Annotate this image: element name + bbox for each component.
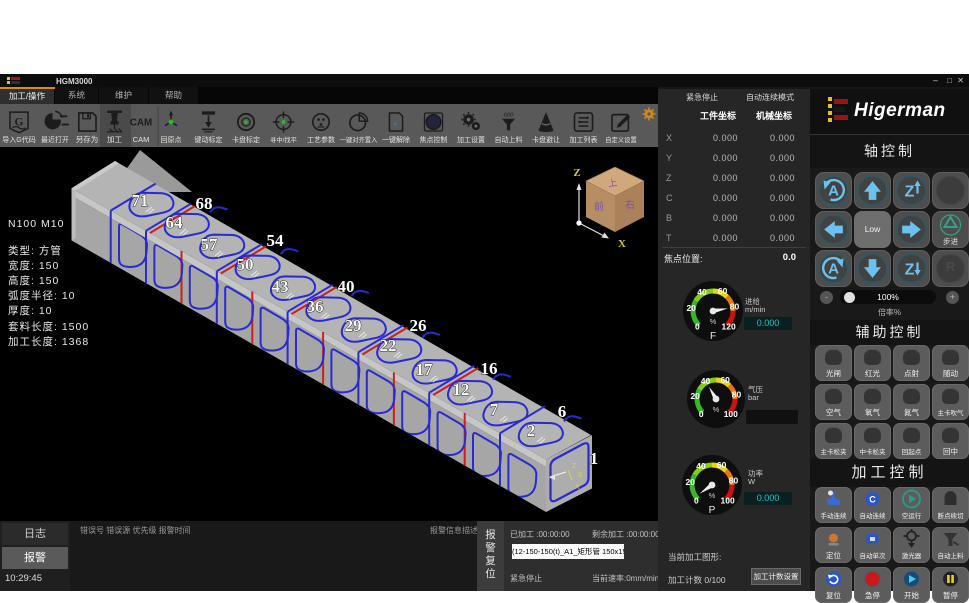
svg-text:CAM: CAM xyxy=(133,135,150,144)
svg-text:60: 60 xyxy=(717,460,727,470)
svg-text:X: X xyxy=(618,238,626,250)
svg-text:步进: 步进 xyxy=(943,237,958,246)
svg-text:最近打开: 最近打开 xyxy=(41,135,69,144)
svg-text:20: 20 xyxy=(690,391,700,401)
svg-text:64: 64 xyxy=(166,213,184,232)
svg-text:加工列表: 加工列表 xyxy=(570,135,598,144)
svg-text:卡盘标定: 卡盘标定 xyxy=(232,135,260,144)
svg-text:前: 前 xyxy=(594,200,604,213)
svg-text:F: F xyxy=(710,331,716,342)
svg-text:宽度: 150: 宽度: 150 xyxy=(8,259,59,272)
svg-text:54: 54 xyxy=(267,231,285,250)
svg-text:另存为: 另存为 xyxy=(76,134,99,144)
svg-text:自动上料: 自动上料 xyxy=(495,135,523,144)
svg-text:57: 57 xyxy=(201,235,219,254)
svg-text:Z: Z xyxy=(572,463,577,470)
svg-text:0: 0 xyxy=(695,322,700,332)
svg-text:加工长度: 1368: 加工长度: 1368 xyxy=(8,335,89,348)
svg-text:A: A xyxy=(828,261,839,278)
svg-text:100: 100 xyxy=(721,496,735,506)
svg-text:29: 29 xyxy=(345,316,362,335)
svg-text:40: 40 xyxy=(697,287,707,297)
svg-text:卡盘避让: 卡盘避让 xyxy=(532,135,560,144)
svg-text:一键解除: 一键解除 xyxy=(382,135,410,144)
svg-text:26: 26 xyxy=(410,316,427,335)
svg-text:P: P xyxy=(709,505,716,516)
svg-text:40: 40 xyxy=(696,461,706,471)
svg-text:%: % xyxy=(709,491,716,500)
svg-text:CAM: CAM xyxy=(130,117,152,128)
svg-text:22: 22 xyxy=(380,336,397,355)
svg-text:高度: 150: 高度: 150 xyxy=(8,274,59,287)
svg-text:6: 6 xyxy=(558,402,567,421)
svg-text:0: 0 xyxy=(699,409,704,419)
svg-text:弧度半径: 10: 弧度半径: 10 xyxy=(8,289,76,302)
svg-text:N100 M10: N100 M10 xyxy=(8,218,64,230)
svg-text:%: % xyxy=(713,405,720,414)
svg-text:50: 50 xyxy=(237,255,254,274)
svg-text:43: 43 xyxy=(272,277,289,296)
svg-text:C: C xyxy=(869,495,876,505)
svg-text:20: 20 xyxy=(685,477,695,487)
svg-text:Z: Z xyxy=(905,184,915,201)
svg-text:60: 60 xyxy=(718,286,728,296)
svg-text:套料长度: 1500: 套料长度: 1500 xyxy=(8,320,89,333)
svg-text:36: 36 xyxy=(307,297,324,316)
svg-text:寻中/找平: 寻中/找平 xyxy=(270,135,297,144)
svg-text:上: 上 xyxy=(607,177,617,188)
svg-text:17: 17 xyxy=(416,360,434,379)
svg-text:Z: Z xyxy=(905,262,915,279)
svg-text:40: 40 xyxy=(338,277,355,296)
svg-text:3: 3 xyxy=(578,472,582,479)
svg-text:A: A xyxy=(828,183,839,200)
svg-text:1: 1 xyxy=(590,449,599,468)
svg-text:工艺参数: 工艺参数 xyxy=(307,135,335,144)
svg-text:X: X xyxy=(575,484,580,491)
svg-text:100: 100 xyxy=(724,409,738,419)
svg-text:一键对齐置入: 一键对齐置入 xyxy=(340,135,378,144)
svg-text:40: 40 xyxy=(701,376,711,386)
svg-text:Z: Z xyxy=(573,167,580,179)
svg-text:%: % xyxy=(710,317,717,326)
svg-text:厚度: 10: 厚度: 10 xyxy=(8,304,53,317)
svg-text:加工设置: 加工设置 xyxy=(457,135,485,144)
svg-text:68: 68 xyxy=(196,194,213,213)
svg-text:80: 80 xyxy=(730,301,740,311)
svg-text:自定义设置: 自定义设置 xyxy=(605,135,636,144)
svg-text:60: 60 xyxy=(720,375,730,385)
svg-text:类型: 方管: 类型: 方管 xyxy=(8,244,62,257)
svg-text:120: 120 xyxy=(722,322,736,332)
svg-text:80: 80 xyxy=(732,390,742,400)
svg-text:16: 16 xyxy=(481,359,498,378)
svg-text:12: 12 xyxy=(453,380,470,399)
svg-text:71: 71 xyxy=(132,191,149,210)
svg-text:右: 右 xyxy=(625,198,635,211)
svg-text:80: 80 xyxy=(729,475,739,485)
svg-text:20: 20 xyxy=(686,303,696,313)
svg-text:2: 2 xyxy=(527,421,536,440)
svg-text:加工: 加工 xyxy=(107,134,122,144)
svg-text:600: 600 xyxy=(504,112,514,118)
svg-text:回原点: 回原点 xyxy=(161,136,182,144)
svg-text:0: 0 xyxy=(694,496,699,506)
svg-text:*: * xyxy=(393,121,397,131)
svg-text:焦点控制: 焦点控制 xyxy=(420,135,448,144)
svg-text:键动标定: 键动标定 xyxy=(195,135,223,144)
svg-text:导入G代码: 导入G代码 xyxy=(2,135,35,144)
svg-text:7: 7 xyxy=(490,400,499,419)
